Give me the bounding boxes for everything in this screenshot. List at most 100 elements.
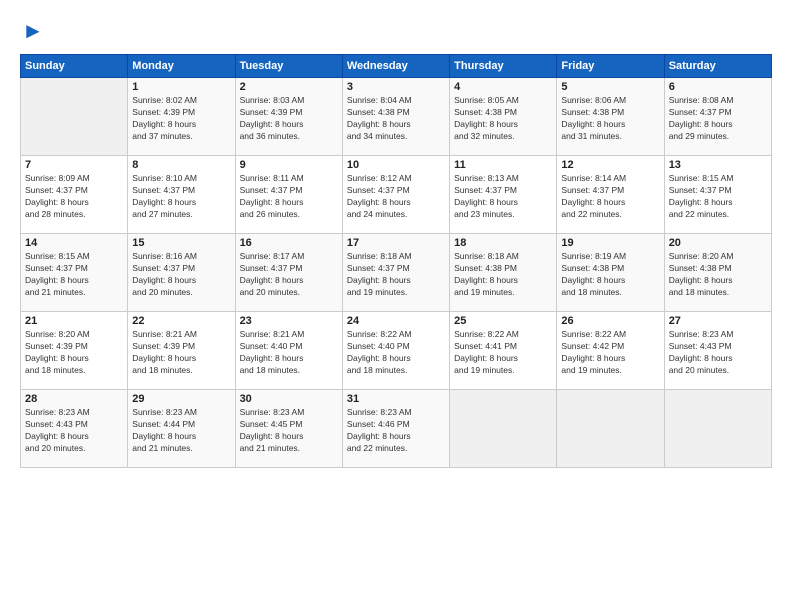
day-number: 3: [347, 81, 445, 93]
day-header-friday: Friday: [557, 55, 664, 78]
calendar-cell: 13 Sunrise: 8:15 AMSunset: 4:37 PMDayligh…: [664, 156, 771, 234]
week-row-4: 21 Sunrise: 8:20 AMSunset: 4:39 PMDayligh…: [21, 312, 772, 390]
day-number: 17: [347, 237, 445, 249]
day-number: 30: [240, 393, 338, 405]
calendar-cell: 29Sunrise: 8:23 AMSunset: 4:44 PMDayligh…: [128, 390, 235, 468]
day-number: 2: [240, 81, 338, 93]
calendar-cell: 30 Sunrise: 8:23 AMSunset: 4:45 PMDayligh…: [235, 390, 342, 468]
day-info: Sunrise: 8:23 AMSunset: 4:43 PMDaylight:…: [669, 329, 767, 377]
day-number: 28: [25, 393, 123, 405]
calendar-cell: 26 Sunrise: 8:22 AMSunset: 4:42 PMDayligh…: [557, 312, 664, 390]
day-info: Sunrise: 8:13 AMSunset: 4:37 PMDaylight:…: [454, 173, 552, 221]
day-number: 5: [561, 81, 659, 93]
calendar-cell: 11Sunrise: 8:13 AMSunset: 4:37 PMDayligh…: [450, 156, 557, 234]
day-number: 31: [347, 393, 445, 405]
day-info: Sunrise: 8:17 AMSunset: 4:37 PMDaylight:…: [240, 251, 338, 299]
day-info: Sunrise: 8:21 AMSunset: 4:40 PMDaylight:…: [240, 329, 338, 377]
day-number: 1: [132, 81, 230, 93]
day-info: Sunrise: 8:12 AMSunset: 4:37 PMDaylight:…: [347, 173, 445, 221]
calendar-cell: 2 Sunrise: 8:03 AMSunset: 4:39 PMDaylight…: [235, 78, 342, 156]
day-header-sunday: Sunday: [21, 55, 128, 78]
day-number: 9: [240, 159, 338, 171]
calendar-cell: 22Sunrise: 8:21 AMSunset: 4:39 PMDayligh…: [128, 312, 235, 390]
day-number: 25: [454, 315, 552, 327]
day-header-saturday: Saturday: [664, 55, 771, 78]
day-number: 4: [454, 81, 552, 93]
calendar-cell: 10 Sunrise: 8:12 AMSunset: 4:37 PMDayligh…: [342, 156, 449, 234]
calendar-cell: 21 Sunrise: 8:20 AMSunset: 4:39 PMDayligh…: [21, 312, 128, 390]
day-number: 23: [240, 315, 338, 327]
day-number: 10: [347, 159, 445, 171]
day-number: 29: [132, 393, 230, 405]
days-header-row: SundayMondayTuesdayWednesdayThursdayFrid…: [21, 55, 772, 78]
day-info: Sunrise: 8:22 AMSunset: 4:40 PMDaylight:…: [347, 329, 445, 377]
day-number: 18: [454, 237, 552, 249]
calendar-cell: 28 Sunrise: 8:23 AMSunset: 4:43 PMDayligh…: [21, 390, 128, 468]
day-info: Sunrise: 8:05 AMSunset: 4:38 PMDaylight:…: [454, 95, 552, 143]
day-header-tuesday: Tuesday: [235, 55, 342, 78]
logo: ►: [20, 18, 44, 44]
day-info: Sunrise: 8:11 AMSunset: 4:37 PMDaylight:…: [240, 173, 338, 221]
day-info: Sunrise: 8:22 AMSunset: 4:42 PMDaylight:…: [561, 329, 659, 377]
day-info: Sunrise: 8:06 AMSunset: 4:38 PMDaylight:…: [561, 95, 659, 143]
day-info: Sunrise: 8:15 AMSunset: 4:37 PMDaylight:…: [669, 173, 767, 221]
day-number: 7: [25, 159, 123, 171]
day-number: 21: [25, 315, 123, 327]
week-row-5: 28 Sunrise: 8:23 AMSunset: 4:43 PMDayligh…: [21, 390, 772, 468]
week-row-1: 1 Sunrise: 8:02 AMSunset: 4:39 PMDaylight…: [21, 78, 772, 156]
week-row-3: 14 Sunrise: 8:15 AMSunset: 4:37 PMDayligh…: [21, 234, 772, 312]
calendar-cell: [664, 390, 771, 468]
day-info: Sunrise: 8:03 AMSunset: 4:39 PMDaylight:…: [240, 95, 338, 143]
calendar-cell: 7 Sunrise: 8:09 AMSunset: 4:37 PMDaylight…: [21, 156, 128, 234]
day-info: Sunrise: 8:08 AMSunset: 4:37 PMDaylight:…: [669, 95, 767, 143]
day-info: Sunrise: 8:09 AMSunset: 4:37 PMDaylight:…: [25, 173, 123, 221]
calendar-cell: 3Sunrise: 8:04 AMSunset: 4:38 PMDaylight…: [342, 78, 449, 156]
calendar-cell: 23 Sunrise: 8:21 AMSunset: 4:40 PMDayligh…: [235, 312, 342, 390]
day-number: 22: [132, 315, 230, 327]
calendar-cell: 12 Sunrise: 8:14 AMSunset: 4:37 PMDayligh…: [557, 156, 664, 234]
day-number: 26: [561, 315, 659, 327]
day-number: 24: [347, 315, 445, 327]
calendar-cell: 6 Sunrise: 8:08 AMSunset: 4:37 PMDaylight…: [664, 78, 771, 156]
day-number: 14: [25, 237, 123, 249]
day-header-wednesday: Wednesday: [342, 55, 449, 78]
day-info: Sunrise: 8:23 AMSunset: 4:45 PMDaylight:…: [240, 407, 338, 455]
calendar-cell: 1 Sunrise: 8:02 AMSunset: 4:39 PMDaylight…: [128, 78, 235, 156]
calendar-cell: [450, 390, 557, 468]
day-number: 12: [561, 159, 659, 171]
day-info: Sunrise: 8:23 AMSunset: 4:43 PMDaylight:…: [25, 407, 123, 455]
day-info: Sunrise: 8:18 AMSunset: 4:37 PMDaylight:…: [347, 251, 445, 299]
day-header-monday: Monday: [128, 55, 235, 78]
day-info: Sunrise: 8:22 AMSunset: 4:41 PMDaylight:…: [454, 329, 552, 377]
calendar-cell: [21, 78, 128, 156]
calendar-cell: 8 Sunrise: 8:10 AMSunset: 4:37 PMDaylight…: [128, 156, 235, 234]
day-number: 8: [132, 159, 230, 171]
day-number: 6: [669, 81, 767, 93]
calendar-cell: 4 Sunrise: 8:05 AMSunset: 4:38 PMDaylight…: [450, 78, 557, 156]
day-info: Sunrise: 8:10 AMSunset: 4:37 PMDaylight:…: [132, 173, 230, 221]
day-info: Sunrise: 8:15 AMSunset: 4:37 PMDaylight:…: [25, 251, 123, 299]
day-number: 13: [669, 159, 767, 171]
calendar-cell: 19Sunrise: 8:19 AMSunset: 4:38 PMDayligh…: [557, 234, 664, 312]
day-number: 15: [132, 237, 230, 249]
calendar-cell: 20 Sunrise: 8:20 AMSunset: 4:38 PMDayligh…: [664, 234, 771, 312]
calendar-cell: 18Sunrise: 8:18 AMSunset: 4:38 PMDayligh…: [450, 234, 557, 312]
day-info: Sunrise: 8:20 AMSunset: 4:39 PMDaylight:…: [25, 329, 123, 377]
day-info: Sunrise: 8:19 AMSunset: 4:38 PMDaylight:…: [561, 251, 659, 299]
day-info: Sunrise: 8:20 AMSunset: 4:38 PMDaylight:…: [669, 251, 767, 299]
day-header-thursday: Thursday: [450, 55, 557, 78]
calendar-table: SundayMondayTuesdayWednesdayThursdayFrid…: [20, 54, 772, 468]
day-info: Sunrise: 8:14 AMSunset: 4:37 PMDaylight:…: [561, 173, 659, 221]
calendar-cell: 14 Sunrise: 8:15 AMSunset: 4:37 PMDayligh…: [21, 234, 128, 312]
day-info: Sunrise: 8:02 AMSunset: 4:39 PMDaylight:…: [132, 95, 230, 143]
logo-arrow: ►: [22, 18, 44, 44]
calendar-cell: 15 Sunrise: 8:16 AMSunset: 4:37 PMDayligh…: [128, 234, 235, 312]
calendar-cell: 17 Sunrise: 8:18 AMSunset: 4:37 PMDayligh…: [342, 234, 449, 312]
calendar-cell: 25 Sunrise: 8:22 AMSunset: 4:41 PMDayligh…: [450, 312, 557, 390]
calendar-page: ► SundayMondayTuesdayWednesdayThursdayFr…: [0, 0, 792, 612]
day-info: Sunrise: 8:23 AMSunset: 4:46 PMDaylight:…: [347, 407, 445, 455]
day-number: 20: [669, 237, 767, 249]
week-row-2: 7 Sunrise: 8:09 AMSunset: 4:37 PMDaylight…: [21, 156, 772, 234]
day-info: Sunrise: 8:16 AMSunset: 4:37 PMDaylight:…: [132, 251, 230, 299]
day-number: 27: [669, 315, 767, 327]
